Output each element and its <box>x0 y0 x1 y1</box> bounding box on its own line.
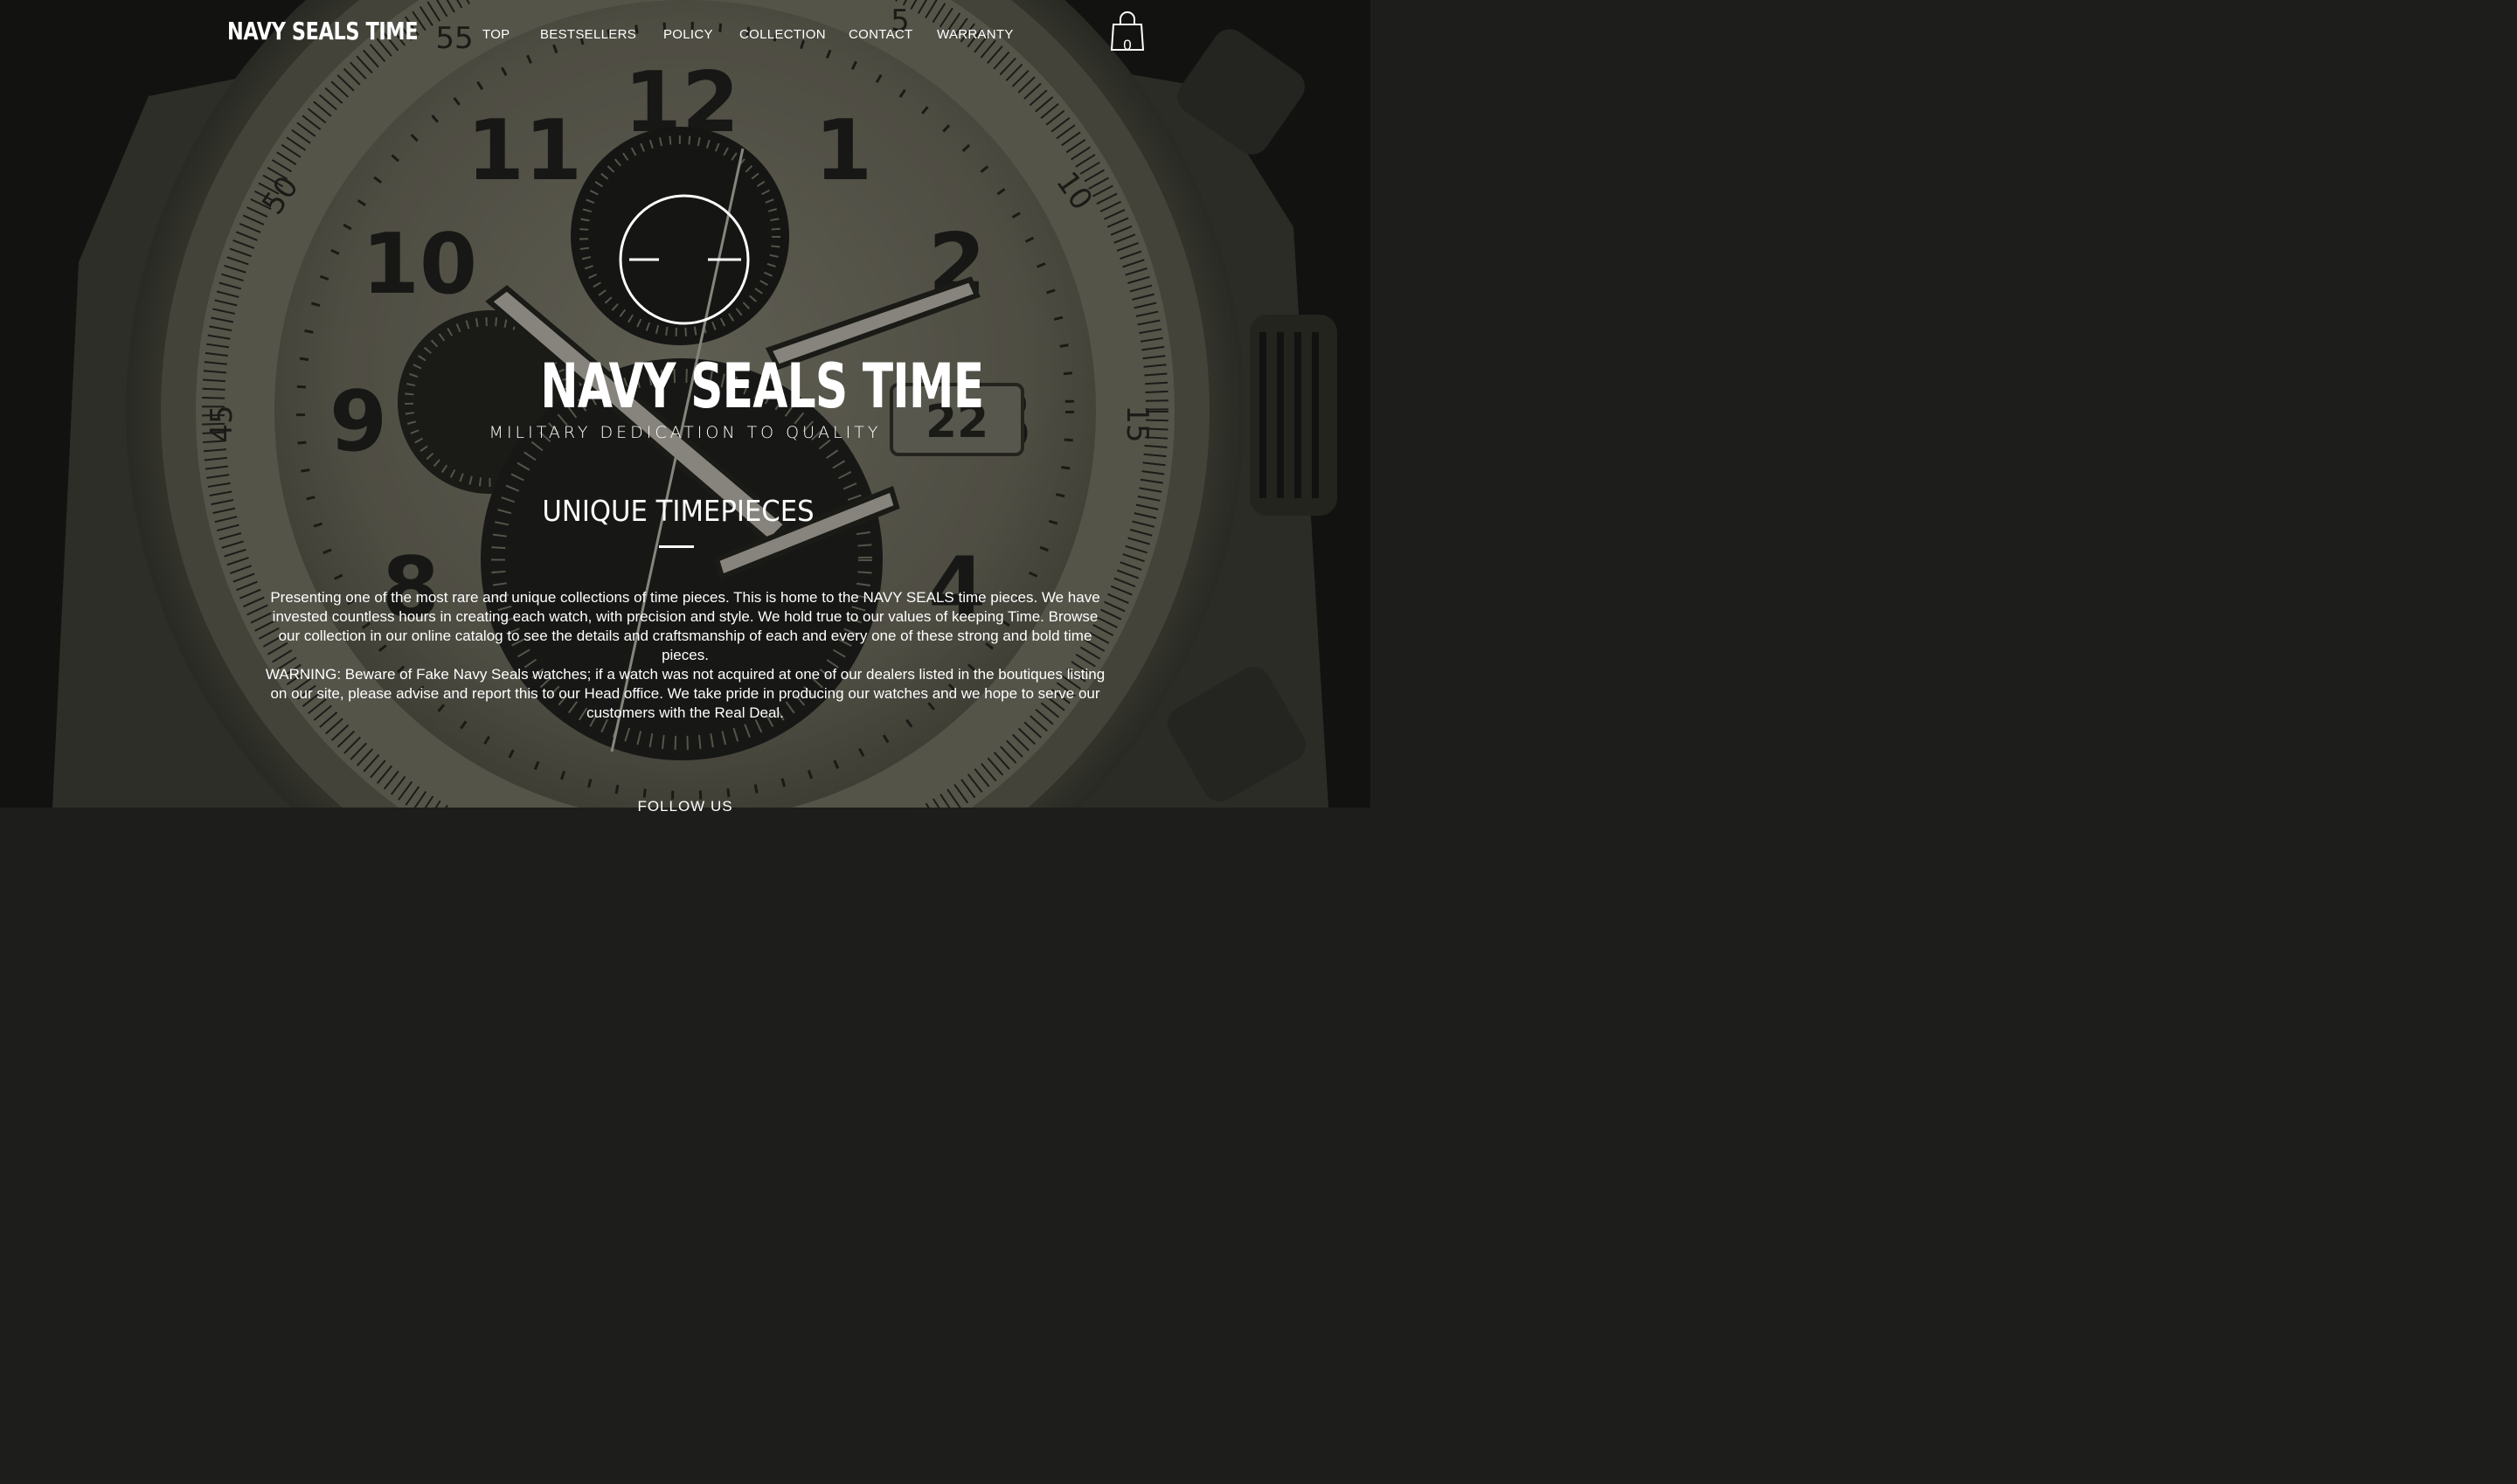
nav-item-contact[interactable]: CONTACT <box>849 26 912 44</box>
cart-button[interactable]: 0 <box>1110 10 1145 53</box>
nav-item-warranty[interactable]: WARRANTY <box>937 26 1014 44</box>
section-heading: UNIQUE TIMEPIECES <box>542 494 815 528</box>
site-logo[interactable]: NAVY SEALS TIME <box>227 16 418 47</box>
warning-paragraph: WARNING: Beware of Fake Navy Seals watch… <box>265 666 1106 721</box>
crosshair-circle-icon <box>619 194 750 325</box>
nav-item-collection[interactable]: COLLECTION <box>739 26 826 44</box>
follow-us-heading: FOLLOW US <box>637 798 733 815</box>
hero-subtitle: MILITARY DEDICATION TO QUALITY <box>489 423 882 442</box>
cart-count: 0 <box>1123 37 1132 53</box>
intro-paragraph: Presenting one of the most rare and uniq… <box>270 589 1100 663</box>
nav-item-top[interactable]: TOP <box>482 26 510 44</box>
nav-item-bestsellers[interactable]: BESTSELLERS <box>540 26 636 44</box>
nav-item-policy[interactable]: POLICY <box>663 26 713 44</box>
intro-text: Presenting one of the most rare and uniq… <box>262 588 1108 723</box>
heading-divider <box>659 545 694 548</box>
hero-title: NAVY SEALS TIME <box>540 350 984 422</box>
